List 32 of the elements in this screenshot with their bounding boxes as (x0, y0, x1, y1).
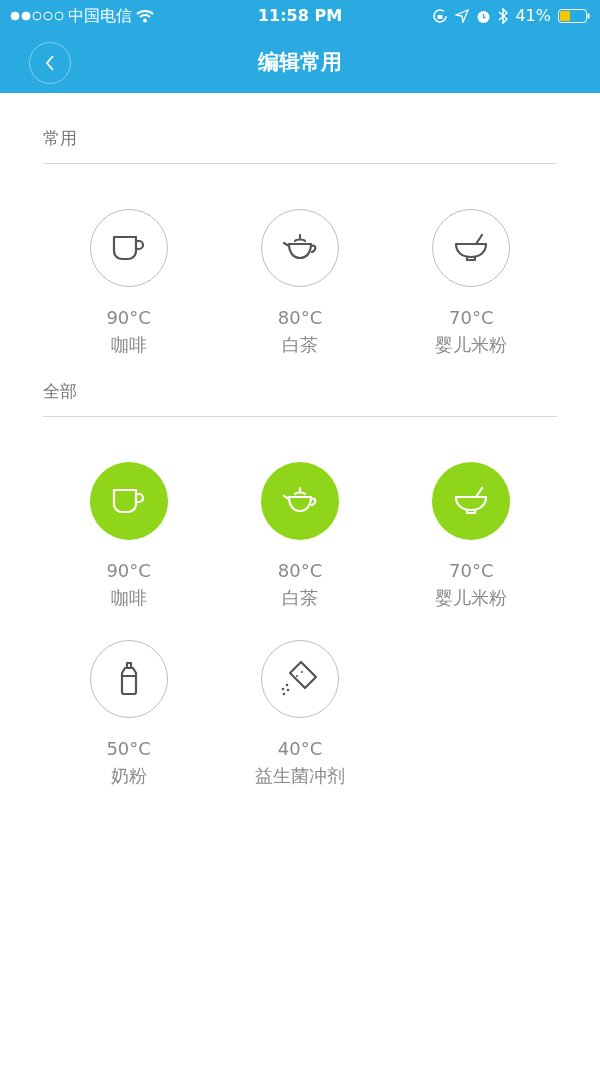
drink-name: 咖啡 (110, 586, 147, 610)
cup-icon (110, 233, 147, 263)
page-title: 编辑常用 (258, 48, 342, 76)
drink-name: 奶粉 (110, 764, 147, 788)
carrier-name: 中国电信 (68, 5, 132, 27)
location-icon (455, 9, 470, 23)
cup-icon (110, 486, 147, 516)
drink-name: 白茶 (282, 333, 318, 357)
battery-percentage: 41% (515, 5, 551, 27)
drink-name: 咖啡 (110, 333, 147, 357)
wifi-icon (136, 9, 154, 23)
rotation-lock-icon (432, 8, 449, 24)
temperature-label: 70°C (449, 306, 494, 330)
drink-name: 婴儿米粉 (435, 333, 508, 357)
drink-name: 白茶 (282, 586, 318, 610)
alarm-icon (476, 8, 492, 24)
temperature-label: 90°C (106, 306, 151, 330)
bluetooth-icon (498, 8, 509, 24)
chevron-left-icon (45, 55, 55, 71)
temperature-label: 90°C (106, 559, 151, 583)
signal-strength-icon (10, 11, 64, 21)
section-title: 常用 (43, 128, 77, 148)
temperature-label: 40°C (277, 737, 323, 761)
drink-name: 婴儿米粉 (435, 586, 508, 610)
battery-icon (558, 9, 590, 23)
temperature-label: 80°C (277, 559, 323, 583)
drink-name: 益生菌冲剂 (255, 764, 345, 788)
section-title: 全部 (43, 381, 77, 401)
temperature-label: 80°C (277, 306, 323, 330)
temperature-label: 50°C (106, 737, 151, 761)
temperature-label: 70°C (449, 559, 494, 583)
status-time: 11:58 PM (257, 5, 343, 27)
